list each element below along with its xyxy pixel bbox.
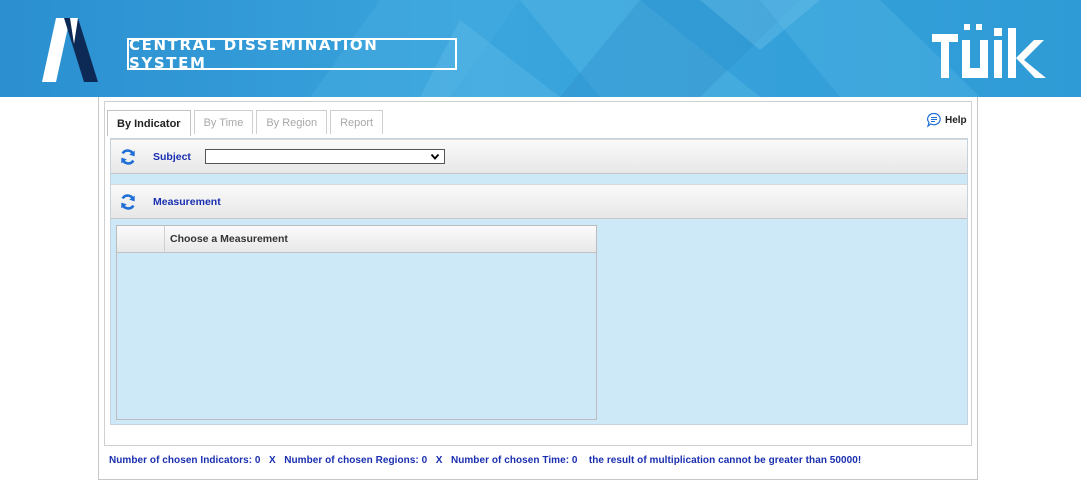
header-banner: CENTRAL DISSEMINATION SYSTEM	[0, 0, 1081, 97]
tab-bar: By Indicator By Time By Region Report	[107, 110, 386, 136]
tab-report[interactable]: Report	[330, 110, 384, 134]
measurement-label: Measurement	[153, 195, 221, 208]
tab-label: By Time	[203, 116, 244, 129]
help-speech-bubble-icon	[926, 112, 941, 128]
tuik-logo	[932, 24, 1046, 78]
subject-bar: Subject	[111, 139, 967, 174]
app-title: CENTRAL DISSEMINATION SYSTEM	[129, 36, 379, 72]
subject-select[interactable]	[204, 149, 445, 164]
tab-by-time[interactable]: By Time	[193, 110, 254, 134]
refresh-icon[interactable]	[119, 148, 137, 166]
grid-select-column[interactable]	[117, 226, 165, 252]
selection-summary: Number of chosen Indicators: 0 X Number …	[109, 455, 861, 466]
tab-label: Report	[340, 116, 374, 129]
title-box: CENTRAL DISSEMINATION SYSTEM	[127, 36, 457, 72]
subject-label: Subject	[153, 150, 191, 163]
tab-label: By Region	[266, 116, 318, 129]
help-button[interactable]: Help	[926, 112, 967, 128]
tab-by-region[interactable]: By Region	[256, 110, 328, 134]
grid-header: Choose a Measurement	[117, 226, 596, 253]
help-label: Help	[945, 114, 967, 126]
chevron-down-icon	[430, 153, 440, 160]
selection-summary-text: Number of chosen Indicators: 0 X Number …	[109, 455, 862, 466]
measurement-grid[interactable]: Choose a Measurement	[116, 225, 597, 420]
refresh-icon[interactable]	[119, 193, 137, 211]
selection-area: Subject Measurement Choose a Measurement	[110, 138, 968, 425]
tab-label: By Indicator	[117, 117, 181, 130]
tab-by-indicator[interactable]: By Indicator	[107, 110, 191, 136]
grid-header-label: Choose a Measurement	[170, 233, 288, 245]
stylized-m-logo-icon	[42, 18, 98, 82]
measurement-bar: Measurement	[111, 184, 967, 219]
